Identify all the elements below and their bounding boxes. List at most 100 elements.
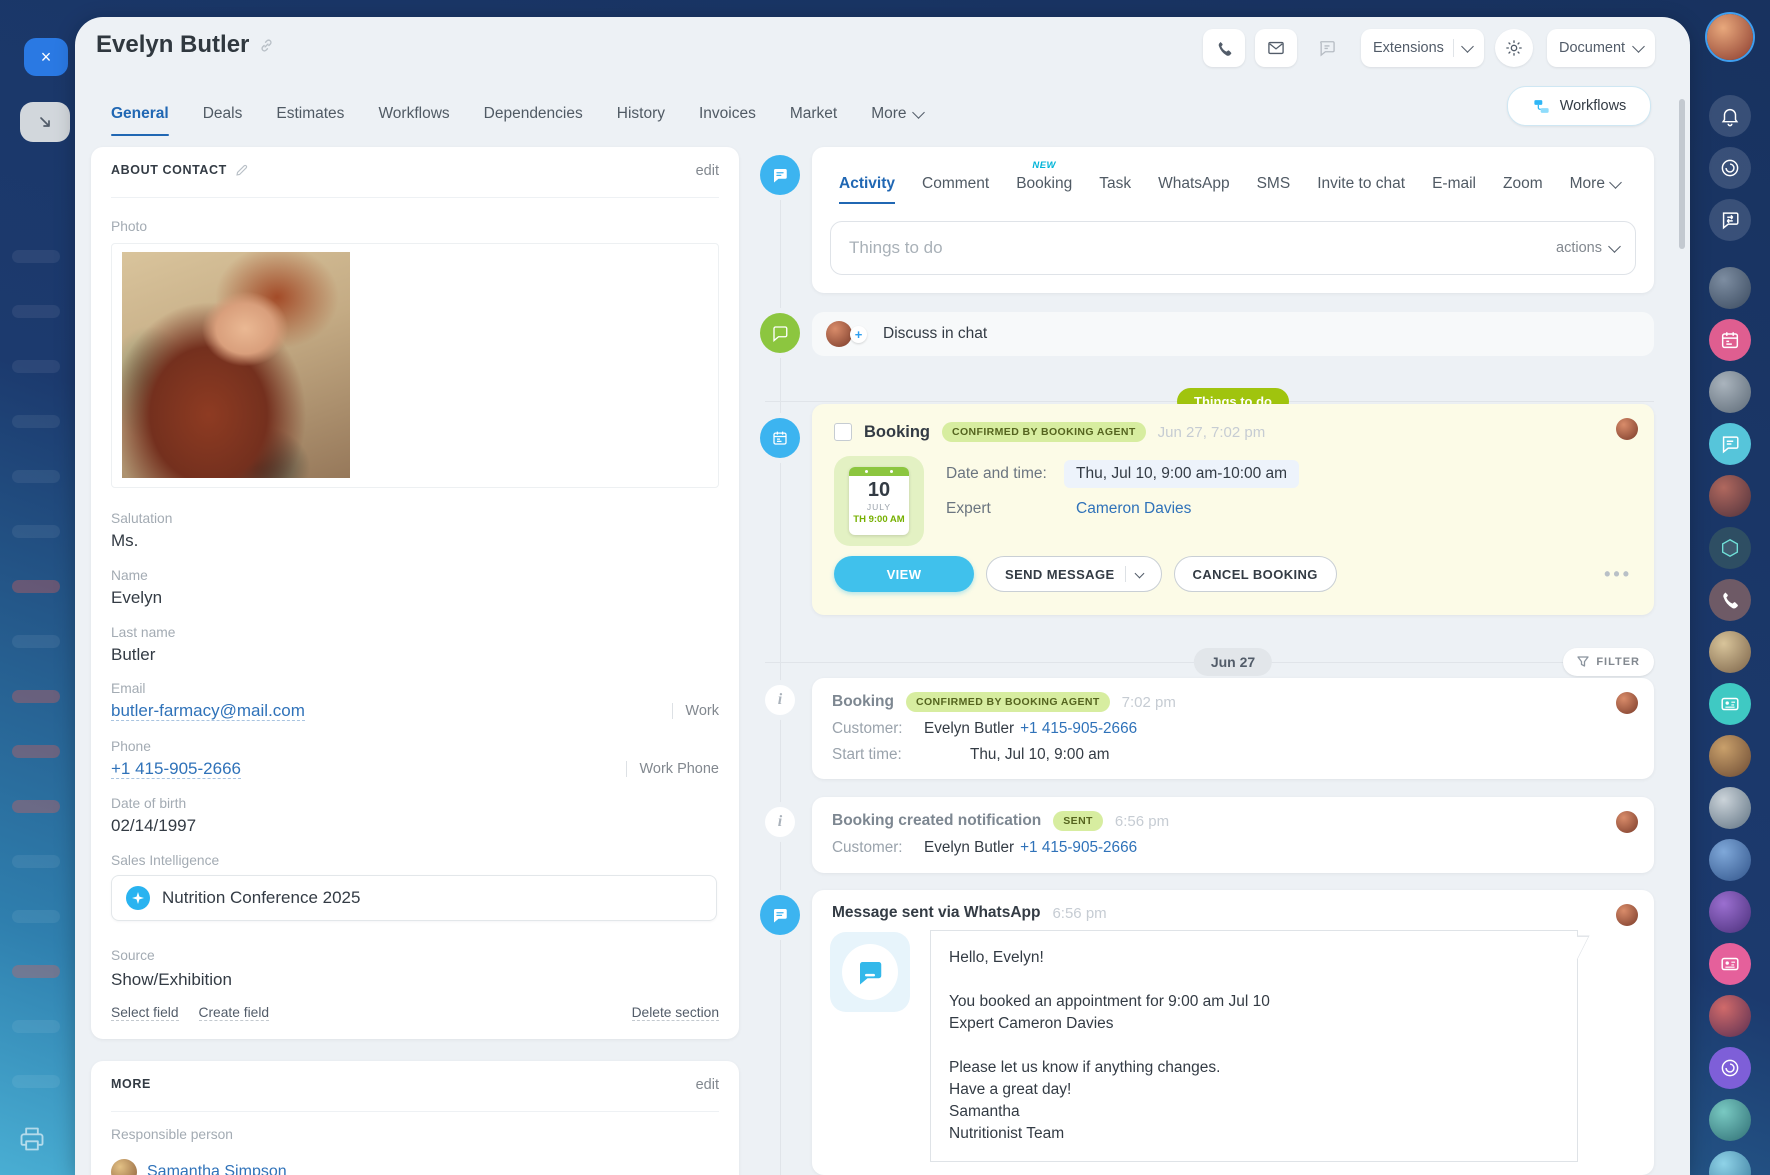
contact-card-icon[interactable] [1709, 683, 1751, 725]
tab-history[interactable]: History [617, 105, 665, 123]
tab-sms[interactable]: SMS [1257, 175, 1291, 193]
edit-section-link[interactable]: edit [696, 1077, 719, 1093]
tab-comment[interactable]: Comment [922, 175, 989, 193]
messenger-chat-icon[interactable] [1709, 423, 1751, 465]
document-dropdown[interactable]: Document [1547, 29, 1656, 67]
send-message-button[interactable]: SEND MESSAGE [986, 556, 1162, 592]
delete-section-link[interactable]: Delete section [631, 1005, 719, 1021]
sales-intelligence-item[interactable]: Nutrition Conference 2025 [111, 875, 717, 921]
booking-date-widget: 10 JULY TH 9:00 AM [834, 456, 924, 546]
tab-zoom[interactable]: Zoom [1503, 175, 1543, 193]
edit-section-link[interactable]: edit [696, 163, 719, 179]
tab-more[interactable]: More [871, 105, 925, 123]
call-icon[interactable] [1709, 579, 1751, 621]
sidebar-avatar-current-user[interactable] [1707, 14, 1753, 60]
scrollbar[interactable] [1679, 77, 1685, 1175]
tab-deals[interactable]: Deals [203, 105, 243, 123]
customer-phone-link[interactable]: +1 415-905-2666 [1020, 839, 1137, 857]
email-button[interactable] [1255, 29, 1297, 67]
activity-stream-icon [760, 155, 800, 195]
sidebar-avatar[interactable] [1709, 631, 1751, 673]
close-icon[interactable]: × [24, 38, 68, 76]
hexagon-badge-icon[interactable] [1709, 527, 1751, 569]
more-options-icon[interactable]: ••• [1604, 564, 1632, 585]
extensions-dropdown[interactable]: Extensions [1361, 29, 1484, 67]
email-type-tag: Work [672, 703, 719, 719]
things-to-do-input[interactable] [847, 237, 1547, 259]
workflows-button[interactable]: Workflows [1507, 86, 1651, 126]
tab-more[interactable]: More [1570, 175, 1622, 193]
discuss-in-chat-row[interactable]: + Discuss in chat [812, 312, 1654, 356]
sidebar-avatar[interactable] [1709, 1151, 1751, 1175]
tab-estimates[interactable]: Estimates [276, 105, 344, 123]
tab-activity[interactable]: Activity [839, 175, 895, 204]
confirmed-badge: CONFIRMED BY BOOKING AGENT [942, 422, 1146, 442]
chat-transfer-icon[interactable] [1709, 199, 1751, 241]
lastname-label: Last name [111, 625, 176, 640]
sidebar-avatar[interactable] [1709, 371, 1751, 413]
tab-workflows[interactable]: Workflows [378, 105, 449, 123]
customer-phone-link[interactable]: +1 415-905-2666 [1020, 720, 1137, 738]
timeline-entry-whatsapp[interactable]: Message sent via WhatsApp 6:56 pm Hello,… [812, 890, 1654, 1175]
name-label: Name [111, 568, 148, 583]
tab-general[interactable]: General [111, 105, 169, 136]
pencil-icon[interactable] [235, 164, 248, 177]
name-value[interactable]: Evelyn [111, 588, 162, 608]
email-value[interactable]: butler-farmacy@mail.com [111, 701, 305, 721]
copy-link-icon[interactable] [259, 38, 274, 53]
notifications-bell-icon[interactable] [1709, 95, 1751, 137]
filter-button[interactable]: FILTER [1563, 648, 1654, 676]
actions-dropdown[interactable]: actions [1556, 239, 1621, 256]
sidebar-avatar[interactable] [1709, 735, 1751, 777]
collapse-panel-icon[interactable] [20, 102, 70, 142]
salutation-value[interactable]: Ms. [111, 531, 138, 551]
source-value[interactable]: Show/Exhibition [111, 970, 232, 990]
contact-photo-container[interactable] [111, 243, 719, 488]
send-message-label: SEND MESSAGE [1005, 566, 1115, 582]
tab-whatsapp[interactable]: WhatsApp [1158, 175, 1230, 193]
sidebar-avatar[interactable] [1709, 839, 1751, 881]
copilot-icon[interactable] [1709, 147, 1751, 189]
timeline-entry-notification[interactable]: Booking created notification SENT 6:56 p… [812, 797, 1654, 873]
view-button[interactable]: VIEW [834, 556, 974, 592]
date-divider-pill: Jun 27 [1193, 648, 1273, 676]
responsible-person-label: Responsible person [111, 1127, 233, 1142]
printer-icon[interactable] [18, 1126, 46, 1157]
phone-value[interactable]: +1 415-905-2666 [111, 759, 241, 779]
create-field-link[interactable]: Create field [198, 1005, 270, 1021]
sidebar-avatar[interactable] [1709, 267, 1751, 309]
tab-email[interactable]: E-mail [1432, 175, 1476, 193]
tab-invite-to-chat[interactable]: Invite to chat [1317, 175, 1405, 193]
select-field-link[interactable]: Select field [111, 1005, 179, 1021]
cancel-booking-button[interactable]: CANCEL BOOKING [1173, 556, 1337, 592]
tab-booking[interactable]: NEW Booking [1016, 160, 1072, 193]
tab-task[interactable]: Task [1099, 175, 1131, 193]
tab-market[interactable]: Market [790, 105, 837, 123]
chevron-down-icon [1134, 568, 1144, 578]
calendar-chat-icon[interactable] [1709, 319, 1751, 361]
timeline-entry-booking[interactable]: Booking CONFIRMED BY BOOKING AGENT 7:02 … [812, 678, 1654, 779]
copilot-icon[interactable] [1709, 1047, 1751, 1089]
tab-invoices[interactable]: Invoices [699, 105, 756, 123]
sidebar-avatar[interactable] [1709, 891, 1751, 933]
booking-activity-card: Booking CONFIRMED BY BOOKING AGENT Jun 2… [812, 404, 1654, 615]
menu-item-blob [12, 745, 60, 758]
sidebar-avatar[interactable] [1709, 787, 1751, 829]
dob-value[interactable]: 02/14/1997 [111, 816, 196, 836]
contact-card-icon[interactable] [1709, 943, 1751, 985]
calendar-month: JULY [866, 502, 892, 512]
scrollbar-thumb[interactable] [1679, 99, 1685, 249]
calendar-time: TH 9:00 AM [853, 514, 905, 525]
document-label: Document [1559, 40, 1626, 56]
sidebar-avatar[interactable] [1709, 475, 1751, 517]
tab-dependencies[interactable]: Dependencies [484, 105, 583, 123]
booking-checkbox[interactable] [834, 423, 852, 441]
entry-timestamp: 6:56 pm [1114, 812, 1170, 830]
settings-gear-icon[interactable] [1495, 29, 1533, 67]
sidebar-avatar[interactable] [1709, 995, 1751, 1037]
call-button[interactable] [1203, 29, 1245, 67]
lastname-value[interactable]: Butler [111, 645, 155, 665]
sidebar-avatar[interactable] [1709, 1099, 1751, 1141]
expert-name-link[interactable]: Cameron Davies [1076, 500, 1191, 518]
responsible-person[interactable]: Samantha Simpson [111, 1159, 287, 1175]
